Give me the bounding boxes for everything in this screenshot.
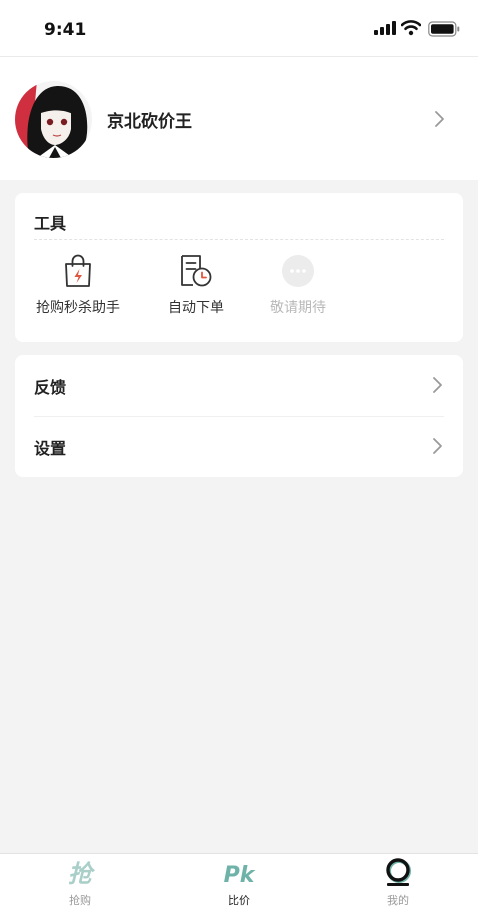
- tab-price-compare[interactable]: Pk 比价: [199, 860, 279, 908]
- flash-buy-tab-icon: 抢: [63, 858, 97, 892]
- avatar[interactable]: [15, 81, 92, 158]
- shopping-bag-icon: [62, 254, 94, 292]
- wifi-icon: [401, 20, 421, 36]
- status-time: 9:41: [44, 20, 87, 40]
- tab-label: 我的: [387, 894, 409, 907]
- more-dots-icon: [281, 254, 315, 292]
- tool-label: 敬请期待: [270, 300, 326, 316]
- menu-item-label: 设置: [34, 439, 67, 458]
- tools-card: 工具 抢购秒杀助手 自动下单 敬请期待: [15, 193, 463, 342]
- tab-mine[interactable]: 我的: [358, 858, 438, 908]
- menu-card: 反馈 设置: [15, 355, 463, 477]
- svg-text:Pk: Pk: [224, 863, 256, 888]
- profile-name: 京北砍价王: [107, 112, 192, 132]
- svg-text:抢: 抢: [68, 860, 96, 888]
- tab-flash-buy[interactable]: 抢 抢购: [40, 860, 120, 908]
- pk-tab-icon: Pk: [222, 858, 256, 892]
- tab-label: 抢购: [69, 894, 91, 907]
- tool-flash-sale-assistant[interactable]: 抢购秒杀助手: [23, 254, 133, 317]
- menu-item-label: 反馈: [34, 378, 67, 397]
- tool-label: 抢购秒杀助手: [36, 300, 120, 316]
- chevron-right-icon: [432, 437, 444, 455]
- menu-item-settings[interactable]: 设置: [34, 416, 444, 477]
- tool-label: 自动下单: [168, 300, 224, 316]
- chevron-right-icon: [432, 376, 444, 394]
- tool-auto-order[interactable]: 自动下单: [141, 255, 251, 317]
- battery-icon: [428, 21, 460, 37]
- tool-coming-soon: 敬请期待: [243, 255, 353, 317]
- divider: [34, 239, 444, 240]
- tab-label: 比价: [228, 894, 250, 907]
- menu-item-feedback[interactable]: 反馈: [34, 355, 444, 416]
- tab-bar: 抢 抢购 Pk 比价 我的: [0, 853, 478, 910]
- chevron-right-icon: [434, 110, 446, 128]
- tools-title: 工具: [34, 214, 67, 233]
- order-clock-icon: [179, 254, 213, 292]
- status-bar: 9:41: [0, 0, 478, 57]
- profile-tab-icon: [383, 858, 413, 892]
- profile-header[interactable]: 京北砍价王: [0, 57, 478, 180]
- cellular-signal-icon: [374, 21, 396, 35]
